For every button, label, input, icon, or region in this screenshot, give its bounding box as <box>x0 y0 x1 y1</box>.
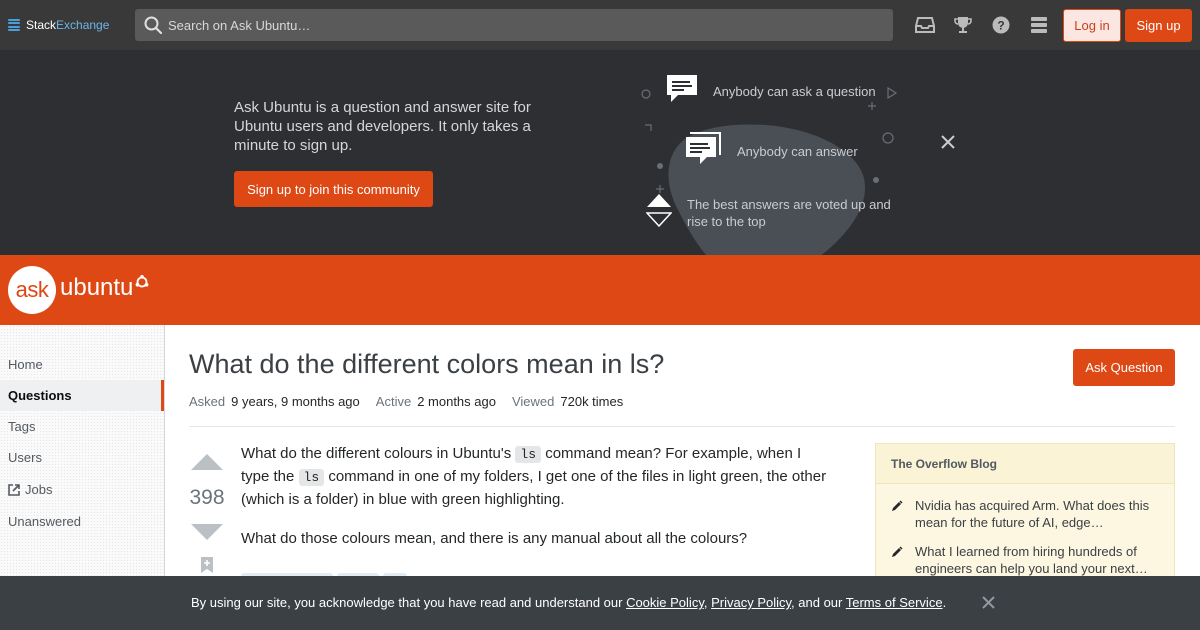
question-body: What do the different colours in Ubuntu'… <box>241 443 833 567</box>
upvote-icon[interactable] <box>190 453 224 471</box>
bookmark-icon[interactable] <box>200 556 214 574</box>
logo-text-exchange: Exchange <box>56 18 110 32</box>
site-banner: ask ubuntu <box>0 255 1200 325</box>
ubuntu-circle-icon <box>135 274 149 288</box>
vote-arrows-icon <box>645 193 673 228</box>
sidebar-item-label: Users <box>8 450 42 465</box>
blog-heading: The Overflow Blog <box>876 444 1174 484</box>
search-box[interactable] <box>135 9 893 41</box>
privacy-policy-link[interactable]: Privacy Policy <box>711 595 791 610</box>
stackexchange-icon <box>8 19 20 31</box>
hero-item-ask: Anybody can ask a question <box>713 84 876 99</box>
ask-question-button[interactable]: Ask Question <box>1073 349 1175 386</box>
close-cookie-icon[interactable] <box>981 595 996 610</box>
join-community-button[interactable]: Sign up to join this community <box>234 171 433 207</box>
top-bar: StackExchange ? Log in Sign up <box>0 0 1200 50</box>
ask-bubble: ask <box>8 266 56 314</box>
blog-post-title[interactable]: What I learned from hiring hundreds of e… <box>915 543 1161 577</box>
sidebar-item-tags[interactable]: Tags <box>0 411 164 442</box>
signup-hero: Ask Ubuntu is a question and answer site… <box>0 50 1200 283</box>
sidebar-item-home[interactable]: Home <box>0 349 164 380</box>
sidebar-item-unanswered[interactable]: Unanswered <box>0 506 164 537</box>
login-button[interactable]: Log in <box>1063 9 1121 42</box>
active-value[interactable]: 2 months ago <box>417 394 496 409</box>
sidebar-item-label: Home <box>8 357 43 372</box>
terms-of-service-link[interactable]: Terms of Service <box>846 595 943 610</box>
sidebar-item-jobs[interactable]: Jobs <box>0 474 164 505</box>
sidebar-item-users[interactable]: Users <box>0 442 164 473</box>
hero-item-answer: Anybody can answer <box>737 144 858 159</box>
downvote-icon[interactable] <box>190 523 224 541</box>
achievements-icon[interactable] <box>951 14 975 36</box>
asked-label: Asked <box>189 394 226 409</box>
close-hero-icon[interactable] <box>940 134 956 150</box>
external-link-icon <box>8 483 20 496</box>
answer-icon <box>685 132 721 166</box>
sidebar-item-label: Jobs <box>25 482 53 497</box>
cookie-message: By using our site, you acknowledge that … <box>191 595 947 610</box>
inline-code: ls <box>515 446 542 463</box>
help-icon[interactable]: ? <box>989 14 1013 36</box>
blog-post-link[interactable]: Nvidia has acquired Arm. What does this … <box>891 497 1161 531</box>
askubuntu-logo[interactable]: ask ubuntu <box>8 266 149 314</box>
viewed-value: 720k times <box>560 394 624 409</box>
question-title[interactable]: What do the different colors mean in ls? <box>189 349 664 380</box>
viewed-label: Viewed <box>511 394 555 409</box>
hero-description: Ask Ubuntu is a question and answer site… <box>234 99 531 154</box>
signup-button[interactable]: Sign up <box>1125 9 1192 42</box>
stackexchange-logo[interactable]: Stack Exchange <box>8 0 109 50</box>
hero-item-voting: The best answers are voted up and rise t… <box>687 197 891 229</box>
header-divider <box>189 426 1175 427</box>
cookie-policy-link[interactable]: Cookie Policy <box>626 595 704 610</box>
svg-text:?: ? <box>997 19 1004 33</box>
inline-code: ls <box>298 469 325 486</box>
question-paragraph-2: What do those colours mean, and there is… <box>241 530 748 547</box>
search-input[interactable] <box>168 17 868 33</box>
logo-text-stack: Stack <box>26 18 57 32</box>
cookie-consent-bar: By using our site, you acknowledge that … <box>0 576 1200 630</box>
asked-value: 9 years, 9 months ago <box>231 394 360 409</box>
sidebar-item-label: Tags <box>8 419 36 434</box>
active-label: Active <box>375 394 412 409</box>
blog-post-title[interactable]: Nvidia has acquired Arm. What does this … <box>915 497 1161 531</box>
vote-count: 398 <box>189 486 225 509</box>
pencil-icon <box>891 545 903 557</box>
logo-word-ubuntu: ubuntu <box>60 274 134 301</box>
question-paragraph-1: What do the different colours in Ubuntu'… <box>241 445 827 508</box>
pencil-icon <box>891 499 903 511</box>
ask-question-icon <box>666 74 698 104</box>
sidebar-item-label: Questions <box>8 388 72 403</box>
site-switcher-icon[interactable] <box>1027 14 1051 36</box>
blog-post-link[interactable]: What I learned from hiring hundreds of e… <box>891 543 1161 577</box>
sidebar-item-label: Unanswered <box>8 514 81 529</box>
inbox-icon[interactable] <box>913 14 937 36</box>
search-icon <box>144 16 163 35</box>
sidebar-item-questions[interactable]: Questions <box>0 380 164 411</box>
question-meta: Asked 9 years, 9 months ago Active 2 mon… <box>189 394 639 409</box>
